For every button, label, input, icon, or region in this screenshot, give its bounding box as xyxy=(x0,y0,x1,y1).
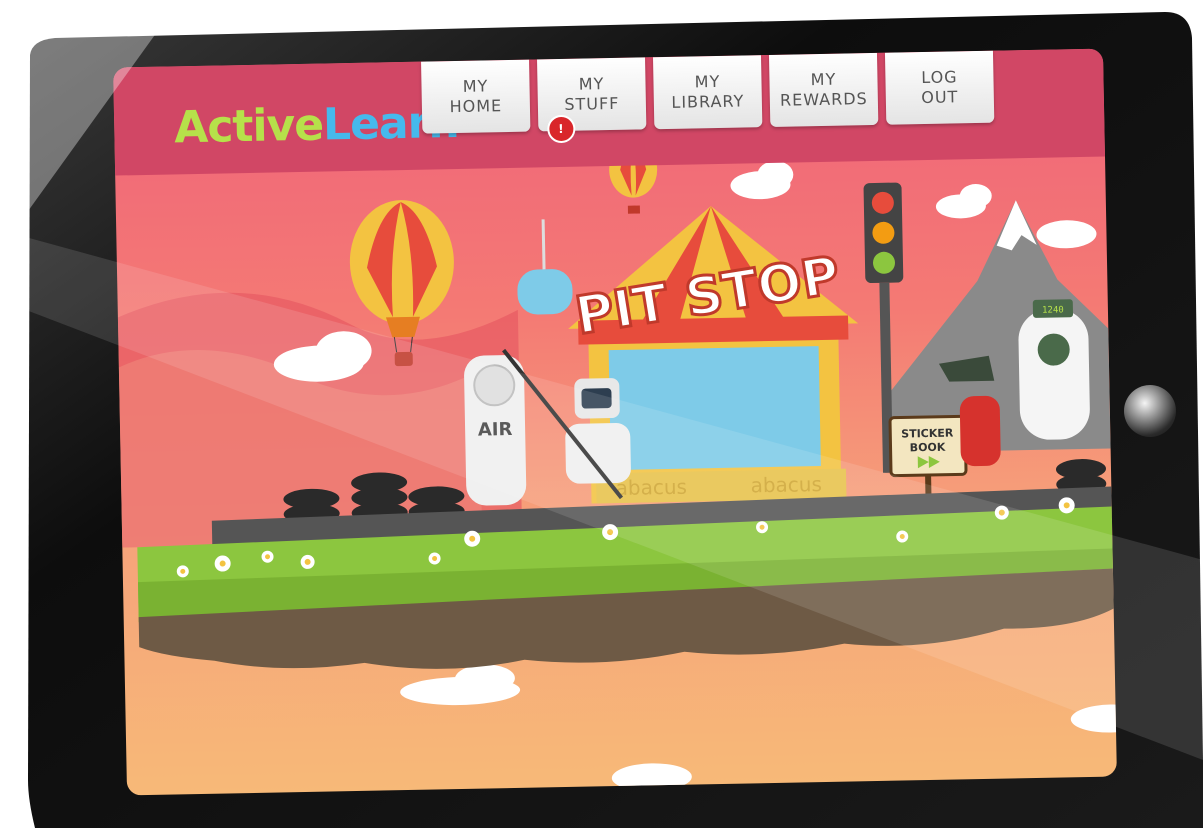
sticker-book-sign[interactable]: STICKER BOOK xyxy=(888,414,968,506)
svg-text:abacus: abacus xyxy=(750,472,822,497)
air-pump: AIR xyxy=(464,355,527,506)
tab-my-home[interactable]: MY HOME xyxy=(421,59,531,134)
tab-my-stuff[interactable]: MY STUFF ! xyxy=(537,57,647,144)
activelearn-logo[interactable]: ActiveLearn xyxy=(174,97,459,153)
home-button-icon[interactable] xyxy=(1124,385,1176,437)
tab-my-rewards[interactable]: MY REWARDS xyxy=(768,52,879,127)
tablet-device: PIT STOP abacus abacus AIR 1240 STICKER … xyxy=(0,0,1203,828)
top-navigation-bar: ActiveLearn MY HOME MY STUFF ! MY LIBRAR… xyxy=(113,48,1105,176)
nav-tabs: MY HOME MY STUFF ! MY LIBRARY MY REWARDS… xyxy=(421,50,995,144)
alert-badge-icon: ! xyxy=(547,114,576,144)
charger-station: 1240 xyxy=(1018,299,1090,440)
svg-text:1240: 1240 xyxy=(1042,305,1064,315)
svg-text:AIR: AIR xyxy=(478,419,513,441)
tab-log-out[interactable]: LOG OUT xyxy=(884,50,995,125)
app-screen: PIT STOP abacus abacus AIR 1240 STICKER … xyxy=(113,48,1117,796)
svg-text:BOOK: BOOK xyxy=(910,441,946,455)
svg-text:STICKER: STICKER xyxy=(901,426,954,440)
tab-my-library[interactable]: MY LIBRARY xyxy=(653,55,763,130)
